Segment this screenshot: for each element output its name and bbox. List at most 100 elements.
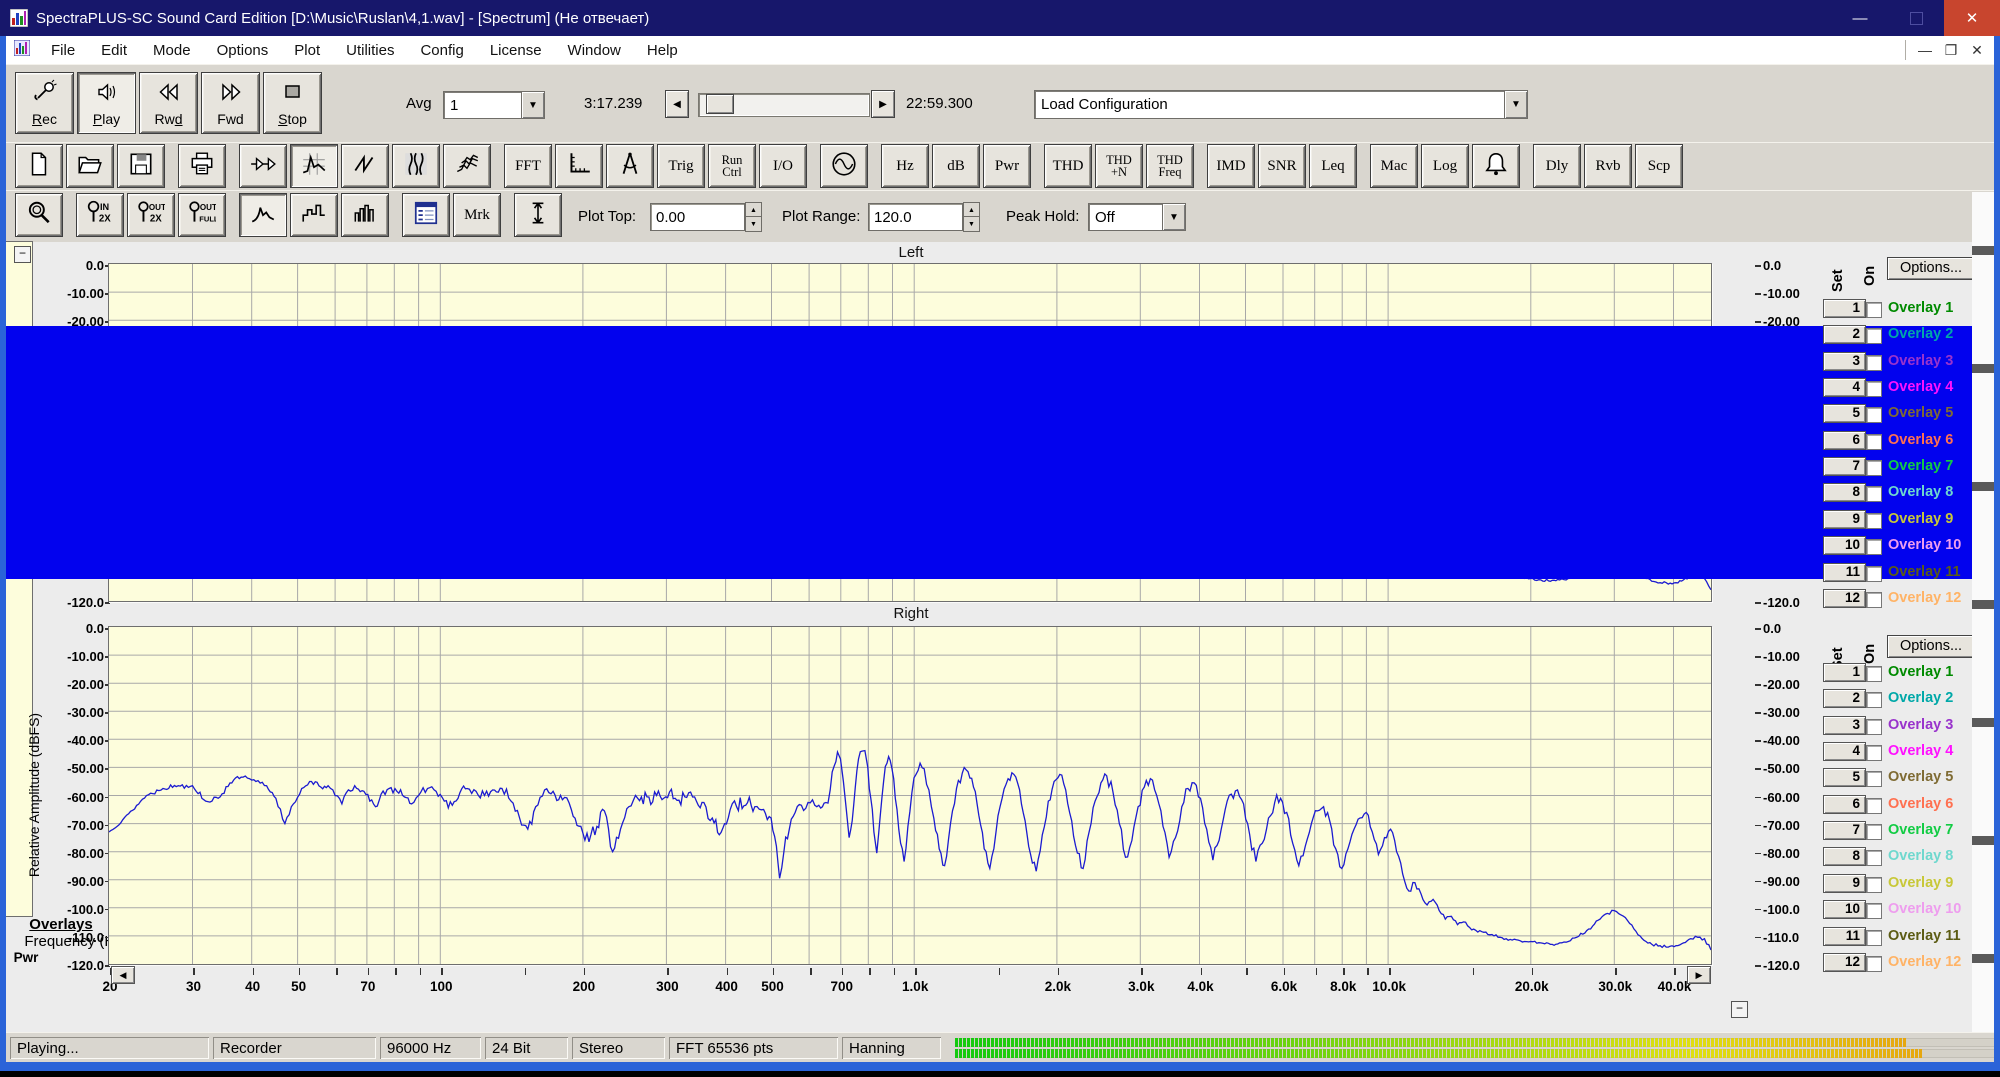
chevron-down-icon[interactable]: ▼ (522, 92, 544, 118)
overlay-set-button-12[interactable]: 12 (1824, 589, 1865, 607)
menu-utilities[interactable]: Utilities (333, 42, 407, 59)
overlay-on-checkbox-9[interactable] (1866, 876, 1882, 893)
overlay-on-checkbox-4[interactable] (1866, 745, 1882, 762)
overlay-on-checkbox-11[interactable] (1866, 929, 1882, 946)
menu-options[interactable]: Options (204, 42, 282, 59)
overlay-set-button-10[interactable]: 10 (1824, 901, 1865, 919)
overlay-options-button[interactable]: Options... (1888, 636, 1974, 657)
configuration-combo[interactable]: Load Configuration ▼ (1034, 90, 1528, 119)
markers-button[interactable]: Mrk (454, 194, 500, 236)
overlay-set-button-4[interactable]: 4 (1824, 743, 1865, 761)
units-hz-button[interactable]: Hz (882, 145, 928, 187)
power-spectrum-button[interactable]: Pwr (984, 145, 1030, 187)
overlay-set-button-5[interactable]: 5 (1824, 405, 1865, 423)
overlay-on-checkbox-10[interactable] (1866, 903, 1882, 920)
plot-top-spinner[interactable]: ▲ ▼ (746, 203, 761, 231)
plot-top-input[interactable]: 0.00 (650, 203, 745, 231)
zoom-out-2x-button[interactable]: OUT 2X (128, 194, 174, 236)
overlay-set-button-6[interactable]: 6 (1824, 795, 1865, 813)
scales-button[interactable] (556, 145, 602, 187)
overlay-set-button-2[interactable]: 2 (1824, 690, 1865, 708)
overlay-on-checkbox-3[interactable] (1866, 718, 1882, 735)
plot-range-spinner[interactable]: ▲ ▼ (964, 203, 979, 231)
thd-button[interactable]: THD (1045, 145, 1091, 187)
overlay-on-checkbox-7[interactable] (1866, 824, 1882, 841)
delay-button[interactable]: Dly (1534, 145, 1580, 187)
overlay-on-checkbox-4[interactable] (1866, 381, 1882, 398)
open-file-button[interactable] (67, 145, 113, 187)
display-options-button[interactable] (403, 194, 449, 236)
trigger-button[interactable]: Trig (658, 145, 704, 187)
peak-hold-combo[interactable]: Off ▼ (1088, 203, 1186, 231)
menu-edit[interactable]: Edit (88, 42, 140, 59)
avg-combo[interactable]: 1 ▼ (443, 91, 545, 119)
view-3d-surface-button[interactable] (444, 145, 490, 187)
overlay-on-checkbox-3[interactable] (1866, 354, 1882, 371)
overlay-set-button-1[interactable]: 1 (1824, 300, 1865, 317)
fft-settings-button[interactable]: FFT (505, 145, 551, 187)
position-slider[interactable] (698, 93, 870, 117)
overlay-set-button-9[interactable]: 9 (1824, 510, 1865, 528)
view-phase-button[interactable] (342, 145, 388, 187)
overlay-set-button-5[interactable]: 5 (1824, 769, 1865, 787)
overlay-on-checkbox-8[interactable] (1866, 486, 1882, 503)
overlay-on-checkbox-1[interactable] (1866, 666, 1882, 682)
overlay-on-checkbox-6[interactable] (1866, 433, 1882, 450)
overlay-set-button-2[interactable]: 2 (1824, 326, 1865, 344)
overlay-on-checkbox-8[interactable] (1866, 850, 1882, 867)
maximize-button[interactable] (1888, 0, 1944, 36)
scope-button[interactable]: Scp (1636, 145, 1682, 187)
menu-file[interactable]: File (38, 42, 88, 59)
view-spectrum-button[interactable] (291, 145, 337, 187)
plot-scroll-left-button[interactable]: ◀ (112, 967, 134, 983)
seek-back-button[interactable]: ◀ (666, 91, 688, 117)
spectrum-plot-right[interactable] (108, 626, 1712, 965)
units-db-button[interactable]: dB (933, 145, 979, 187)
plot-range-input[interactable]: 120.0 (868, 203, 963, 231)
overlay-set-button-7[interactable]: 7 (1824, 822, 1865, 840)
chevron-down-icon[interactable]: ▼ (1163, 204, 1185, 230)
overlay-set-button-3[interactable]: 3 (1824, 352, 1865, 370)
stop-button[interactable]: Stop (264, 73, 321, 133)
overlay-set-button-8[interactable]: 8 (1824, 848, 1865, 866)
overlay-set-button-7[interactable]: 7 (1824, 458, 1865, 476)
plot-scroll-right-button[interactable]: ▶ (1688, 967, 1710, 983)
overlay-on-checkbox-5[interactable] (1866, 407, 1882, 424)
save-file-button[interactable] (118, 145, 164, 187)
minimize-button[interactable]: — (1832, 0, 1888, 36)
plot-style-bar-button[interactable] (342, 194, 388, 236)
imd-button[interactable]: IMD (1208, 145, 1254, 187)
logging-button[interactable]: Log (1422, 145, 1468, 187)
overlay-on-checkbox-11[interactable] (1866, 565, 1882, 582)
play-button[interactable]: Play (78, 73, 135, 133)
print-button[interactable] (179, 145, 225, 187)
forward-button[interactable]: Fwd (202, 73, 259, 133)
overlay-options-button[interactable]: Options... (1888, 258, 1974, 279)
overlay-set-button-6[interactable]: 6 (1824, 431, 1865, 449)
mdi-restore-button[interactable]: ❐ (1938, 42, 1964, 59)
overlay-set-button-9[interactable]: 9 (1824, 874, 1865, 892)
chevron-down-icon[interactable]: ▼ (1505, 91, 1527, 118)
overlay-set-button-4[interactable]: 4 (1824, 379, 1865, 397)
overlay-on-checkbox-1[interactable] (1866, 302, 1882, 318)
view-time-series-button[interactable] (240, 145, 286, 187)
zoom-in-2x-button[interactable]: IN 2X (77, 194, 123, 236)
menu-plot[interactable]: Plot (281, 42, 333, 59)
run-control-button[interactable]: Run Ctrl (709, 145, 755, 187)
overlay-on-checkbox-2[interactable] (1866, 328, 1882, 345)
record-button[interactable]: Rec (16, 73, 73, 133)
overlay-set-button-1[interactable]: 1 (1824, 664, 1865, 681)
macro-button[interactable]: Mac (1371, 145, 1417, 187)
reverb-button[interactable]: Rvb (1585, 145, 1631, 187)
snr-button[interactable]: SNR (1259, 145, 1305, 187)
io-device-button[interactable]: I/O (760, 145, 806, 187)
collapse-left-plot-button[interactable]: − (14, 246, 31, 263)
overlay-on-checkbox-6[interactable] (1866, 797, 1882, 814)
overlay-set-button-12[interactable]: 12 (1824, 953, 1865, 971)
thd-plus-n-button[interactable]: THD +N (1096, 145, 1142, 187)
overlay-on-checkbox-10[interactable] (1866, 539, 1882, 556)
mdi-close-button[interactable]: ✕ (1964, 42, 1990, 59)
overlay-on-checkbox-7[interactable] (1866, 460, 1882, 477)
close-button[interactable]: ✕ (1944, 0, 2000, 36)
view-spectrogram-button[interactable] (393, 145, 439, 187)
